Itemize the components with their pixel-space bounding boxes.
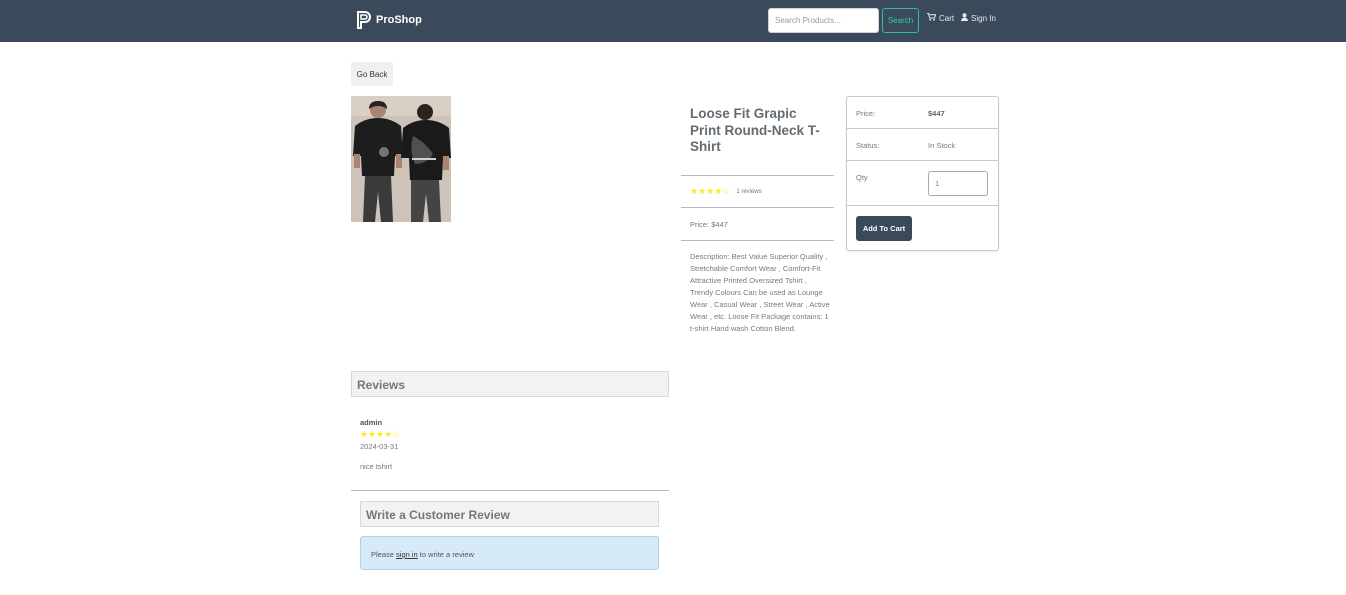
cart-label: Cart [939, 13, 955, 23]
status-value: In Stock [928, 141, 956, 150]
divider [351, 490, 669, 491]
cart-icon [927, 13, 937, 23]
nav-cart-link[interactable]: Cart [927, 13, 954, 23]
price-value: $447 [928, 109, 945, 118]
signin-link[interactable]: sign in [396, 550, 418, 559]
add-to-cart-button[interactable]: Add To Cart [856, 216, 912, 241]
brand-link[interactable]: ProShop [356, 10, 422, 30]
go-back-button[interactable]: Go Back [351, 62, 393, 86]
qty-select[interactable]: 1 [928, 171, 988, 196]
user-icon [961, 13, 968, 23]
price-label: Price: [856, 109, 876, 118]
qty-label: Qty [856, 173, 868, 182]
status-label: Status: [856, 141, 880, 150]
nav-signin-link[interactable]: Sign In [961, 13, 996, 23]
alert-suffix: to write a review [417, 550, 474, 559]
review-comment: nice tshirt [360, 462, 393, 471]
logo-icon [356, 10, 372, 30]
alert-prefix: Please [371, 550, 397, 559]
status-row: Status: In Stock [847, 129, 998, 161]
review-stars: ★★★★☆ [360, 429, 401, 439]
divider [681, 240, 834, 241]
search-input[interactable] [768, 8, 879, 33]
review-date: 2024-03-31 [360, 442, 399, 451]
brand-name: ProShop [376, 14, 422, 26]
signin-alert: Please sign in to write a review [360, 536, 659, 570]
navbar: ProShop Search Cart Sign In [0, 0, 1346, 42]
reviews-heading: Reviews [351, 371, 669, 397]
signin-label: Sign In [971, 13, 996, 23]
divider [681, 207, 834, 208]
product-price: Price: $447 [690, 220, 728, 229]
divider [681, 175, 834, 176]
price-row: Price: $447 [847, 97, 998, 129]
product-rating: ★★★★☆ 1 reviews [690, 186, 762, 197]
purchase-card: Price: $447 Status: In Stock Qty 1 Add T… [846, 96, 999, 251]
product-image [351, 96, 451, 222]
product-description: Description: Best Value Superior Quality… [690, 252, 830, 333]
review-author: admin [360, 418, 383, 427]
rating-stars: ★★★★☆ [690, 186, 731, 196]
search-button[interactable]: Search [882, 8, 919, 33]
reviews-count: 1 reviews [736, 188, 762, 195]
write-review-heading: Write a Customer Review [360, 501, 659, 527]
product-title: Loose Fit Grapic Print Round-Neck T-Shir… [690, 106, 820, 154]
